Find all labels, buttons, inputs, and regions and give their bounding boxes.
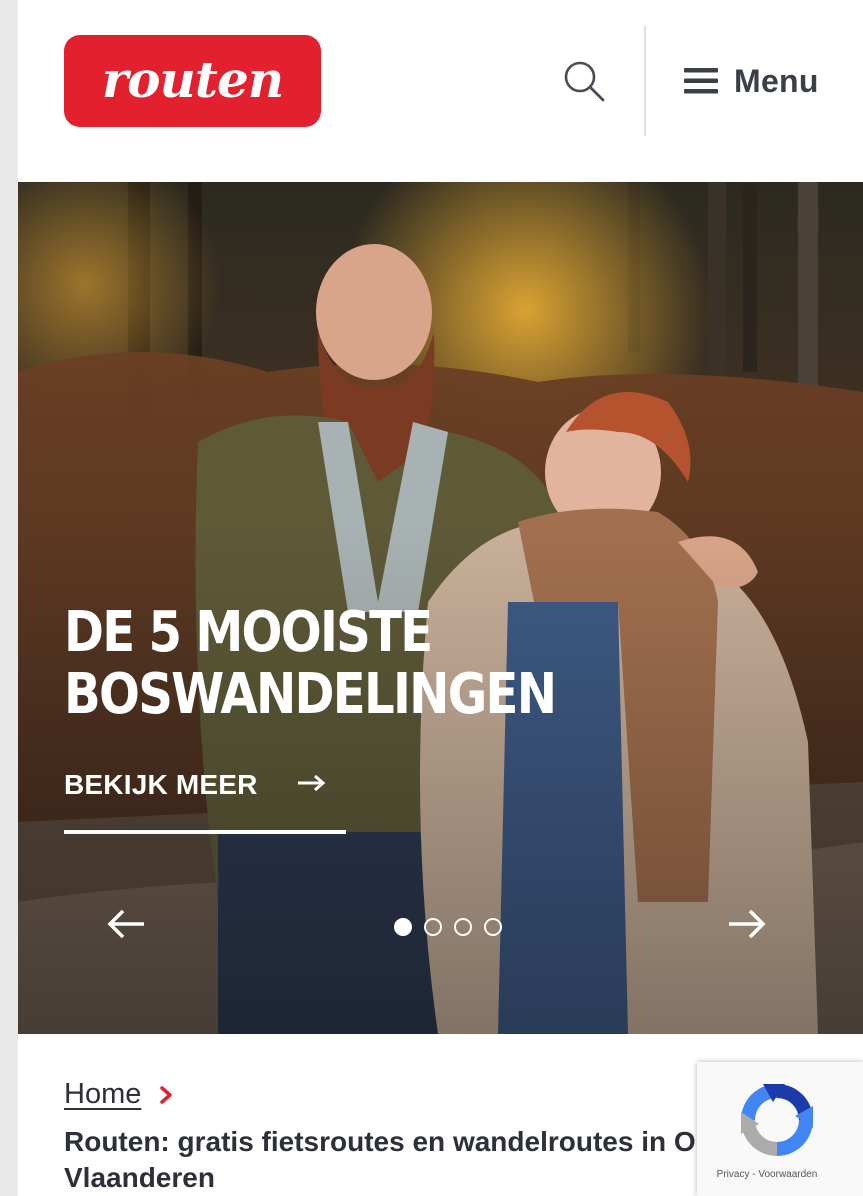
breadcrumb-home-link[interactable]: Home: [64, 1078, 141, 1111]
hero-title: DE 5 MOOISTE BOSWANDELINGEN: [64, 602, 580, 726]
breadcrumb: Home: [64, 1078, 173, 1111]
header-divider: [644, 26, 646, 136]
page-heading-line1: Routen: gratis fietsroutes en wandelrout…: [64, 1126, 696, 1157]
recaptcha-separator: -: [752, 1169, 756, 1180]
site-header: routen Menu: [18, 0, 863, 182]
hero-title-line2: BOSWANDELINGEN: [64, 662, 557, 727]
search-button[interactable]: [558, 55, 610, 107]
page-heading-line2: Vlaanderen: [64, 1162, 215, 1193]
recaptcha-icon: [741, 1084, 813, 1156]
search-icon: [564, 61, 605, 102]
logo-text: routen: [101, 49, 284, 109]
arrow-right-icon: [297, 774, 325, 792]
arrow-left-icon: [107, 909, 144, 939]
hero-title-line1: DE 5 MOOISTE: [64, 600, 433, 665]
recaptcha-terms-link[interactable]: Voorwaarden: [758, 1169, 817, 1180]
carousel-dot-4[interactable]: [484, 918, 502, 936]
menu-button[interactable]: Menu: [684, 58, 819, 104]
carousel-prev-button[interactable]: [102, 900, 150, 948]
routen-logo[interactable]: routen: [64, 35, 321, 127]
carousel-dot-1[interactable]: [394, 918, 412, 936]
carousel-dot-2[interactable]: [424, 918, 442, 936]
chevron-right-icon: [160, 1085, 173, 1104]
page-heading: Routen: gratis fietsroutes en wandelrout…: [64, 1124, 724, 1196]
page: routen Menu DE 5 MOOISTE BOSWANDELINGEN …: [18, 0, 863, 1196]
arrow-right-icon: [729, 909, 766, 939]
menu-label: Menu: [734, 62, 819, 99]
bekijk-meer-link[interactable]: BEKIJK MEER: [64, 768, 346, 834]
recaptcha-links: Privacy - Voorwaarden: [697, 1169, 837, 1180]
recaptcha-badge[interactable]: Privacy - Voorwaarden: [697, 1062, 863, 1196]
carousel-dots: [394, 918, 502, 936]
recaptcha-privacy-link[interactable]: Privacy: [717, 1169, 750, 1180]
carousel-next-button[interactable]: [723, 900, 771, 948]
hamburger-icon: [684, 68, 718, 94]
cta-label: BEKIJK MEER: [64, 769, 258, 800]
carousel-dot-3[interactable]: [454, 918, 472, 936]
hero-carousel: DE 5 MOOISTE BOSWANDELINGEN BEKIJK MEER: [18, 182, 863, 1034]
